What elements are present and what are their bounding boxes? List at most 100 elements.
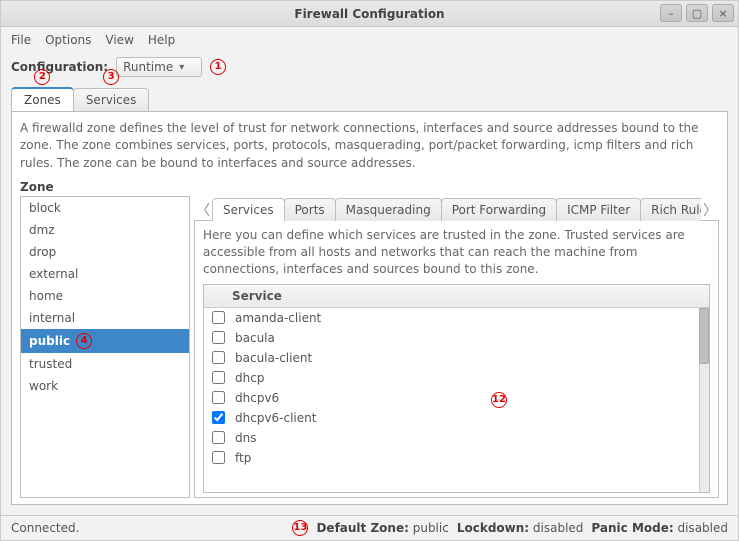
menu-view[interactable]: View [105, 33, 133, 47]
tab-scroll-right[interactable]: 〉 [701, 199, 719, 221]
window-buttons: – ▢ × [660, 4, 734, 22]
status-connected: Connected. [11, 521, 79, 535]
services-body[interactable]: amanda-client bacula bacula-client dhcp dhcp… [204, 308, 709, 492]
menu-file[interactable]: File [11, 33, 31, 47]
services-description: Here you can define which services are t… [195, 221, 718, 283]
service-name: bacula-client [235, 351, 312, 365]
scrollbar-track[interactable] [699, 308, 709, 492]
service-name: dns [235, 431, 256, 445]
menubar: File Options View Help [1, 27, 738, 51]
service-name: ftp [235, 451, 251, 465]
status-dz-value: public [413, 521, 449, 535]
inner-tab-services[interactable]: Services5 [212, 198, 285, 221]
status-default-zone: Default Zone: public [316, 521, 448, 535]
configuration-combo[interactable]: Runtime ▾ [116, 57, 202, 77]
service-row[interactable]: ftp [204, 448, 709, 468]
zone-item-internal[interactable]: internal [21, 307, 189, 329]
service-checkbox[interactable] [212, 331, 225, 344]
configuration-value: Runtime [123, 60, 173, 74]
inner-tab-row: 〈 Services5Ports6Masquerading7Port Forwa… [194, 180, 719, 221]
zone-item-label: trusted [29, 357, 72, 371]
body-split: Zone block dmz drop external home internalpub… [20, 180, 719, 498]
tab-zones-label: Zones [24, 93, 61, 107]
zone-list[interactable]: block dmz drop external home internalpublic4 t… [20, 196, 190, 498]
zone-item-label: external [29, 267, 78, 281]
inner-tab-masquerading[interactable]: Masquerading7 [335, 198, 442, 221]
status-lockdown: Lockdown: disabled [457, 521, 584, 535]
inner-tab-icmp-filter[interactable]: ICMP Filter9 [556, 198, 641, 221]
configuration-label: Configuration: [11, 60, 108, 74]
service-checkbox[interactable] [212, 311, 225, 324]
tab-services[interactable]: Services 3 [73, 88, 150, 111]
service-row[interactable]: dns [204, 428, 709, 448]
zones-panel: A firewalld zone defines the level of tr… [11, 111, 728, 505]
service-name: dhcp [235, 371, 264, 385]
inner-tab-ports[interactable]: Ports6 [284, 198, 336, 221]
annotation-13: 13 [292, 520, 308, 536]
service-row[interactable]: dhcp [204, 368, 709, 388]
zone-item-block[interactable]: block [21, 197, 189, 219]
close-button[interactable]: × [712, 4, 734, 22]
zone-item-home[interactable]: home [21, 285, 189, 307]
maximize-button[interactable]: ▢ [686, 4, 708, 22]
inner-tab-label: Services [223, 203, 274, 217]
annotation-3: 3 [103, 69, 119, 85]
service-name: dhcpv6 [235, 391, 279, 405]
scrollbar-thumb[interactable] [699, 308, 709, 364]
tab-scroll-left[interactable]: 〈 [194, 199, 212, 221]
status-pm-label: Panic Mode: [591, 521, 673, 535]
window-root: Firewall Configuration – ▢ × File Option… [0, 0, 739, 541]
inner-tab-rich-rules[interactable]: Rich Rules10 [640, 198, 701, 221]
menu-options[interactable]: Options [45, 33, 91, 47]
service-checkbox[interactable] [212, 451, 225, 464]
zone-item-drop[interactable]: drop [21, 241, 189, 263]
outer-tabs: Zones 2 Services 3 [1, 87, 738, 111]
status-pm-value: disabled [677, 521, 728, 535]
service-row[interactable]: dhcpv6 [204, 388, 709, 408]
zone-description: A firewalld zone defines the level of tr… [20, 118, 719, 180]
zone-item-external[interactable]: external [21, 263, 189, 285]
zone-item-work[interactable]: work [21, 375, 189, 397]
annotation-4: 4 [76, 333, 92, 349]
inner-tab-label: Ports [295, 203, 325, 217]
inner-tabs: Services5Ports6Masquerading7Port Forward… [212, 198, 701, 221]
zone-item-label: work [29, 379, 58, 393]
service-checkbox[interactable] [212, 431, 225, 444]
zone-item-label: dmz [29, 223, 55, 237]
zone-item-label: block [29, 201, 61, 215]
annotation-2: 2 [34, 69, 50, 85]
zone-column-title: Zone [20, 180, 190, 194]
zone-item-trusted[interactable]: trusted [21, 353, 189, 375]
inner-tab-port-forwarding[interactable]: Port Forwarding8 [441, 198, 557, 221]
status-ld-label: Lockdown: [457, 521, 529, 535]
tab-zones[interactable]: Zones 2 [11, 87, 74, 111]
service-name: amanda-client [235, 311, 321, 325]
service-checkbox[interactable] [212, 391, 225, 404]
minimize-button[interactable]: – [660, 4, 682, 22]
zone-item-label: drop [29, 245, 56, 259]
service-checkbox[interactable] [212, 351, 225, 364]
zone-item-dmz[interactable]: dmz [21, 219, 189, 241]
service-row[interactable]: dhcpv6-client [204, 408, 709, 428]
status-dz-label: Default Zone: [316, 521, 408, 535]
service-row[interactable]: bacula-client [204, 348, 709, 368]
service-checkbox[interactable] [212, 411, 225, 424]
titlebar: Firewall Configuration – ▢ × [1, 1, 738, 27]
tab-services-label: Services [86, 93, 137, 107]
zone-detail-column: 〈 Services5Ports6Masquerading7Port Forwa… [194, 180, 719, 498]
services-panel: Here you can define which services are t… [194, 220, 719, 498]
zone-item-public[interactable]: public4 [21, 329, 189, 353]
annotation-1: 1 [210, 59, 226, 75]
service-name: bacula [235, 331, 275, 345]
service-checkbox[interactable] [212, 371, 225, 384]
status-panic-mode: Panic Mode: disabled [591, 521, 728, 535]
menu-help[interactable]: Help [148, 33, 175, 47]
services-table: Service amanda-client bacula bacula-client… [203, 284, 710, 493]
inner-tab-label: Masquerading [346, 203, 431, 217]
service-row[interactable]: amanda-client [204, 308, 709, 328]
service-row[interactable]: bacula [204, 328, 709, 348]
services-header: Service [204, 285, 709, 308]
zone-column: Zone block dmz drop external home internalpub… [20, 180, 190, 498]
zone-item-label: home [29, 289, 63, 303]
inner-tab-label: Port Forwarding [452, 203, 546, 217]
